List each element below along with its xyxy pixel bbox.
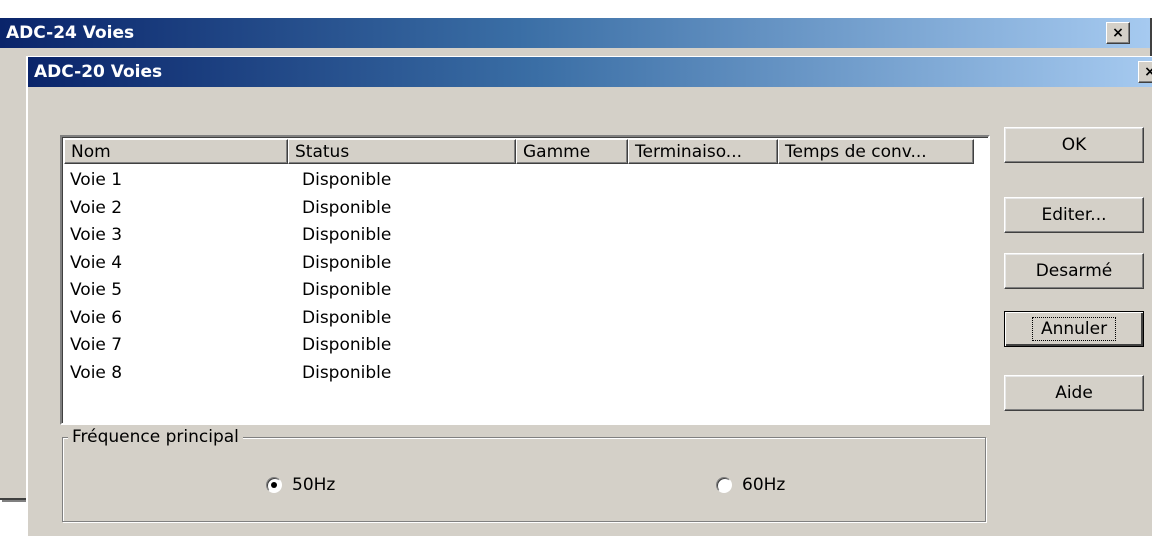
list-row[interactable]: Voie 6 Disponible	[70, 305, 970, 333]
column-header-nom[interactable]: Nom	[64, 139, 288, 164]
ok-button-label: OK	[1061, 135, 1087, 155]
row-nom: Voie 5	[70, 280, 123, 300]
row-status: Disponible	[302, 225, 392, 245]
edit-button-label: Editer...	[1041, 205, 1107, 225]
disarm-button-label: Desarmé	[1035, 261, 1113, 281]
row-status: Disponible	[302, 307, 392, 328]
list-row[interactable]: Voie 7 Disponible	[70, 332, 970, 360]
dialog-title: ADC-20 Voies	[34, 62, 163, 82]
list-row[interactable]: Voie 3 Disponible	[70, 222, 970, 250]
row-status: Disponible	[302, 170, 392, 190]
list-row[interactable]: Voie 4 Disponible	[70, 250, 970, 278]
cancel-button-label: Annuler	[1031, 317, 1117, 341]
list-body: Voie 1 Disponible Voie 2 Disponible Voie 3…	[70, 167, 970, 387]
ok-button[interactable]: OK	[1004, 127, 1144, 163]
list-header: Nom Status Gamme Terminaiso... Temps de …	[64, 139, 986, 166]
list-row[interactable]: Voie 2 Disponible	[70, 195, 970, 223]
row-nom: Voie 6	[70, 307, 123, 328]
row-status: Disponible	[302, 335, 392, 355]
background-title-bar[interactable]: ADC-24 Voies ×	[0, 18, 1150, 48]
column-header-terminaison[interactable]: Terminaiso...	[628, 139, 778, 164]
help-button-label: Aide	[1055, 383, 1093, 403]
disarm-button[interactable]: Desarmé	[1004, 253, 1144, 289]
list-row[interactable]: Voie 8 Disponible	[70, 360, 970, 388]
column-header-gamme[interactable]: Gamme	[516, 139, 628, 164]
edit-button[interactable]: Editer...	[1004, 197, 1144, 233]
radio-60hz-label: 60Hz	[742, 475, 786, 495]
row-status: Disponible	[302, 252, 392, 273]
frequency-groupbox	[62, 437, 986, 522]
dialog-title-bar[interactable]: ADC-20 Voies ×	[28, 57, 1152, 87]
background-window-title: ADC-24 Voies	[6, 23, 135, 43]
row-status: Disponible	[302, 280, 392, 300]
help-button[interactable]: Aide	[1004, 375, 1144, 411]
channel-list[interactable]: Nom Status Gamme Terminaiso... Temps de …	[60, 135, 990, 425]
radio-60hz[interactable]: 60Hz	[716, 475, 785, 495]
list-row[interactable]: Voie 1 Disponible	[70, 167, 970, 195]
column-header-temps-conversion[interactable]: Temps de conv...	[778, 139, 974, 164]
row-nom: Voie 8	[70, 362, 123, 383]
radio-unselected-icon[interactable]	[716, 477, 732, 493]
row-nom: Voie 4	[70, 252, 123, 273]
radio-selected-icon[interactable]	[266, 477, 282, 493]
frequency-group-title: Fréquence principal	[68, 427, 243, 447]
column-header-status[interactable]: Status	[288, 139, 516, 164]
row-nom: Voie 7	[70, 335, 123, 355]
dialog-window: ADC-20 Voies × Nom Status Gamme Terminai…	[26, 56, 1152, 536]
background-close-button[interactable]: ×	[1106, 22, 1130, 44]
radio-50hz[interactable]: 50Hz	[266, 475, 335, 495]
list-row[interactable]: Voie 5 Disponible	[70, 277, 970, 305]
radio-50hz-label: 50Hz	[292, 475, 336, 495]
cancel-button[interactable]: Annuler	[1004, 311, 1144, 347]
row-nom: Voie 1	[70, 170, 123, 190]
row-status: Disponible	[302, 197, 392, 218]
row-nom: Voie 2	[70, 197, 123, 218]
row-nom: Voie 3	[70, 225, 123, 245]
row-status: Disponible	[302, 362, 392, 383]
dialog-close-button[interactable]: ×	[1138, 61, 1152, 83]
